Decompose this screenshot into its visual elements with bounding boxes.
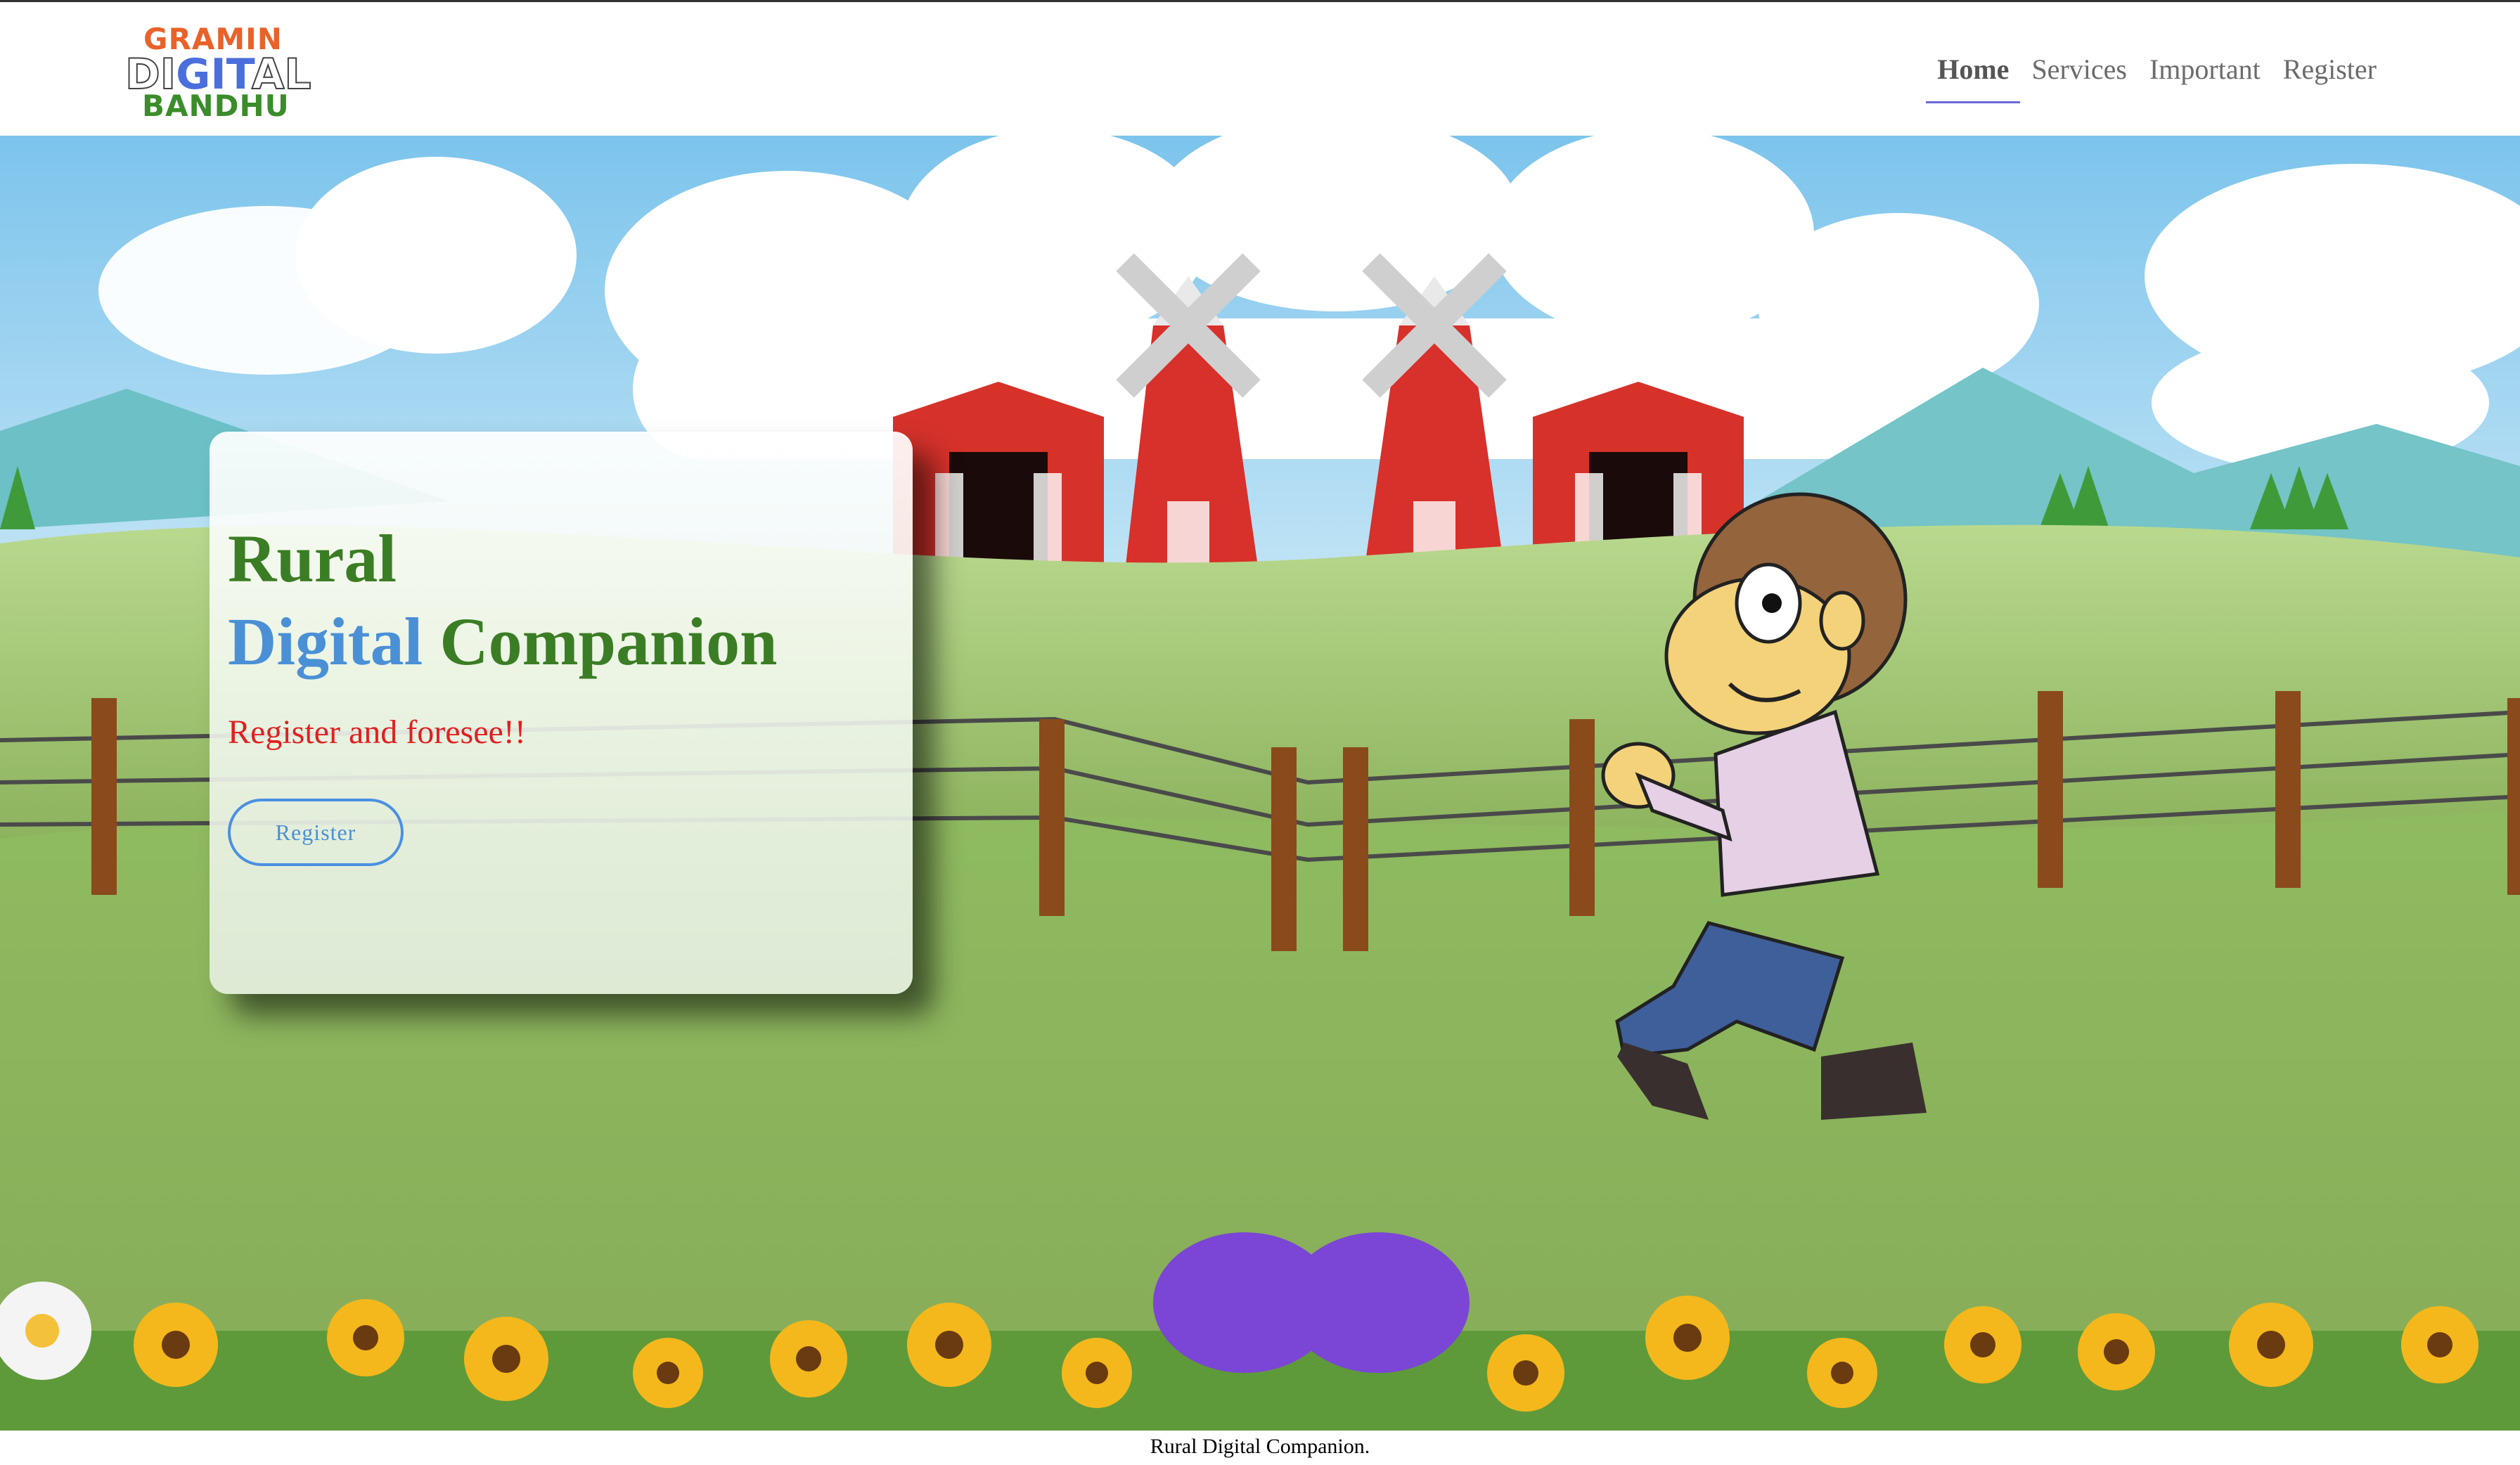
nav-item-services[interactable]: Services: [2020, 50, 2138, 103]
main-nav: Home Services Important Register: [1926, 50, 2388, 103]
brand-logo[interactable]: GRAMIN DIGITAL BANDHU: [124, 20, 312, 123]
hero-title-line1: Rural: [228, 521, 397, 596]
register-button[interactable]: Register: [228, 799, 404, 866]
barn-left: [893, 382, 1104, 572]
hero-card: Rural Digital Companion Register and for…: [210, 432, 913, 994]
nav-item-important[interactable]: Important: [2138, 50, 2272, 103]
hero-title-line2: Digital Companion: [228, 600, 777, 683]
nav-item-home[interactable]: Home: [1926, 50, 2021, 103]
hero-title-companion: Companion: [439, 604, 778, 679]
site-header: GRAMIN DIGITAL BANDHU Home Services Impo…: [0, 2, 2520, 136]
footer-text: Rural Digital Companion.: [1150, 1435, 1370, 1458]
site-footer: Rural Digital Companion.: [0, 1431, 2520, 1465]
nav-item-register[interactable]: Register: [2272, 50, 2388, 103]
logo-line-bandhu: BANDHU: [142, 89, 290, 123]
hero-title-digital: Digital: [228, 604, 423, 679]
hero-subtitle: Register and foresee!!: [228, 714, 526, 751]
hero-section: Rural Digital Companion Register and for…: [0, 136, 2520, 1431]
hero-title: Rural Digital Companion: [228, 517, 777, 683]
